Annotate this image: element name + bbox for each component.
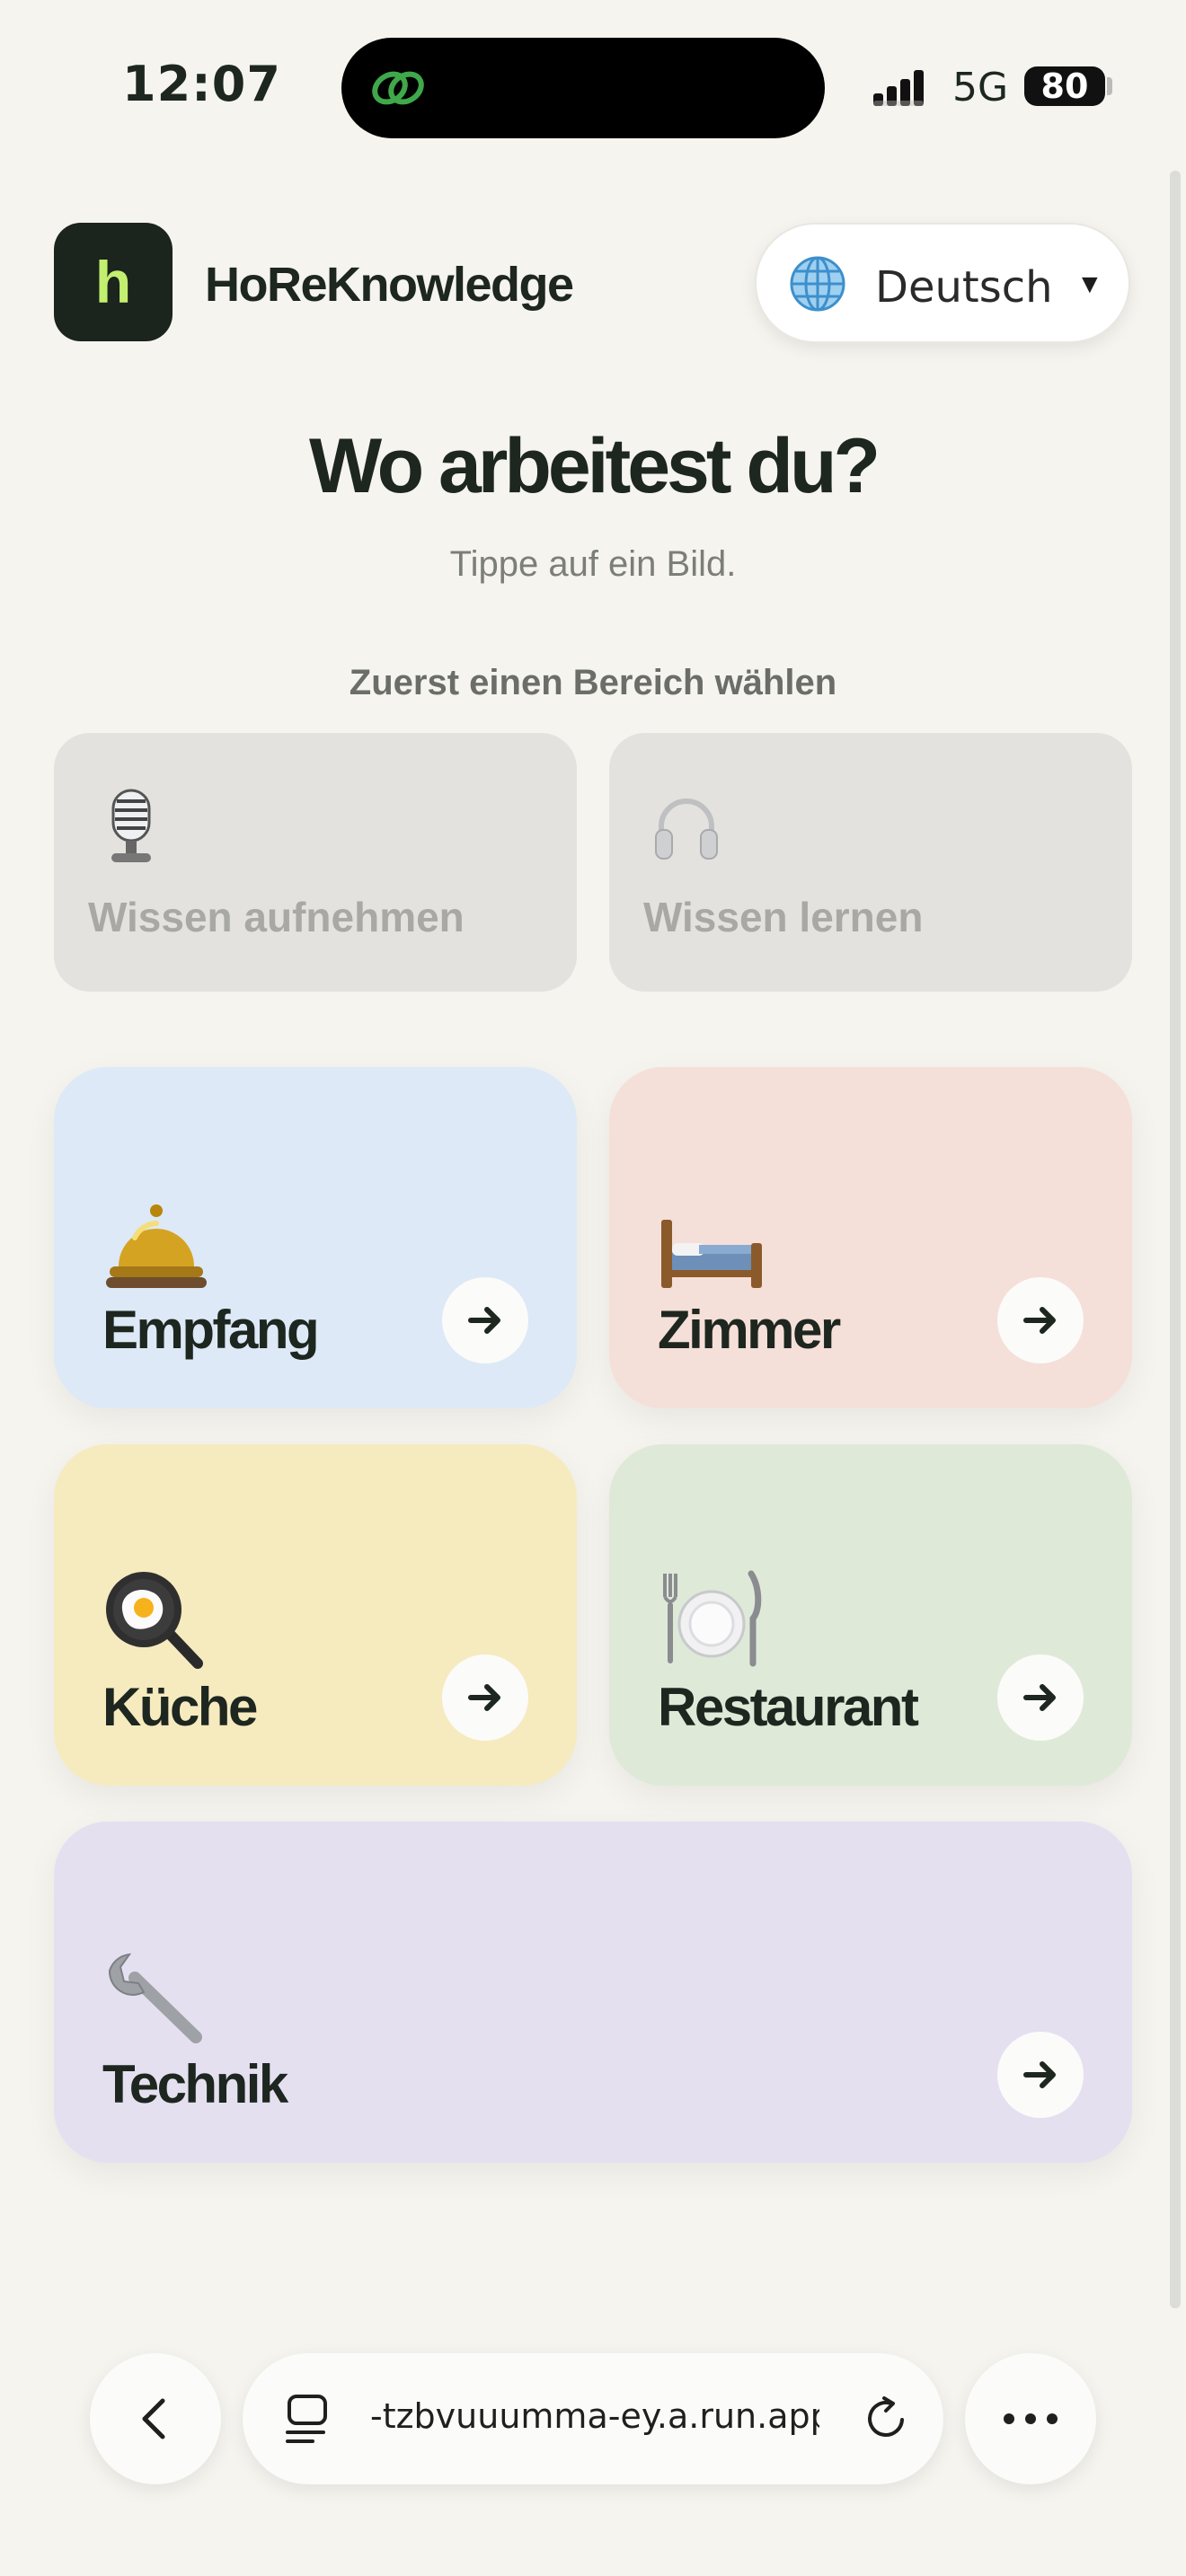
learn-knowledge-label: Wissen lernen <box>643 894 924 940</box>
address-bar[interactable]: -tzbvuuumma-ey.a.run.app <box>243 2353 943 2484</box>
area-card-zimmer[interactable]: Zimmer <box>609 1067 1132 1408</box>
record-knowledge-label: Wissen aufnehmen <box>88 894 465 940</box>
signal-icon <box>873 70 924 106</box>
area-card-restaurant[interactable]: Restaurant <box>609 1444 1132 1786</box>
page-subtitle: Tippe auf ein Bild. <box>449 544 737 584</box>
status-time: 12:07 <box>122 56 281 112</box>
microphone-icon <box>111 789 151 862</box>
arrow-right-icon[interactable] <box>997 1277 1084 1363</box>
network-type: 5G <box>952 65 1009 110</box>
plate-cutlery-icon <box>663 1570 762 1667</box>
area-card-kueche[interactable]: Küche <box>54 1444 577 1786</box>
more-options-button[interactable] <box>965 2353 1096 2484</box>
headphones-icon <box>655 798 718 860</box>
area-card-empfang[interactable]: Empfang <box>54 1067 577 1408</box>
app-logo: h <box>54 223 173 341</box>
learn-knowledge-button[interactable]: Wissen lernen <box>609 733 1132 992</box>
more-dots-icon <box>1004 2413 1058 2424</box>
link-activity-icon <box>372 71 424 105</box>
language-label: Deutsch <box>875 262 1053 313</box>
bell-icon <box>106 1204 207 1288</box>
app-name: HoReKnowledge <box>205 258 574 312</box>
battery-tip <box>1107 77 1112 95</box>
area-label-zimmer: Zimmer <box>658 1300 841 1360</box>
area-card-technik[interactable]: Technik <box>54 1822 1132 2163</box>
area-label-restaurant: Restaurant <box>658 1677 919 1737</box>
frying-pan-icon <box>106 1572 203 1669</box>
tabs-icon <box>286 2395 327 2443</box>
language-select[interactable]: Deutsch ▼ <box>755 223 1130 343</box>
arrow-right-icon[interactable] <box>442 1654 528 1741</box>
section-hint: Zuerst einen Bereich wählen <box>349 663 837 702</box>
logo-letter: h <box>94 249 132 315</box>
chevron-left-icon <box>142 2398 165 2439</box>
wrench-icon <box>108 1953 202 2043</box>
url-text: -tzbvuuumma-ey.a.run.app <box>370 2396 819 2436</box>
reload-icon[interactable] <box>861 2393 913 2445</box>
bed-icon <box>661 1220 762 1288</box>
area-label-technik: Technik <box>102 2054 288 2114</box>
battery-level: 80 <box>1024 66 1105 106</box>
back-button[interactable] <box>90 2353 221 2484</box>
arrow-right-icon[interactable] <box>997 1654 1084 1741</box>
globe-icon <box>790 256 845 312</box>
dynamic-island <box>341 38 825 138</box>
record-knowledge-button[interactable]: Wissen aufnehmen <box>54 733 577 992</box>
chevron-down-icon: ▼ <box>1076 269 1103 299</box>
arrow-right-icon[interactable] <box>997 2032 1084 2118</box>
area-label-kueche: Küche <box>102 1677 258 1737</box>
arrow-right-icon[interactable] <box>442 1277 528 1363</box>
page-title: Wo arbeitest du? <box>308 423 881 509</box>
area-label-empfang: Empfang <box>102 1300 320 1360</box>
